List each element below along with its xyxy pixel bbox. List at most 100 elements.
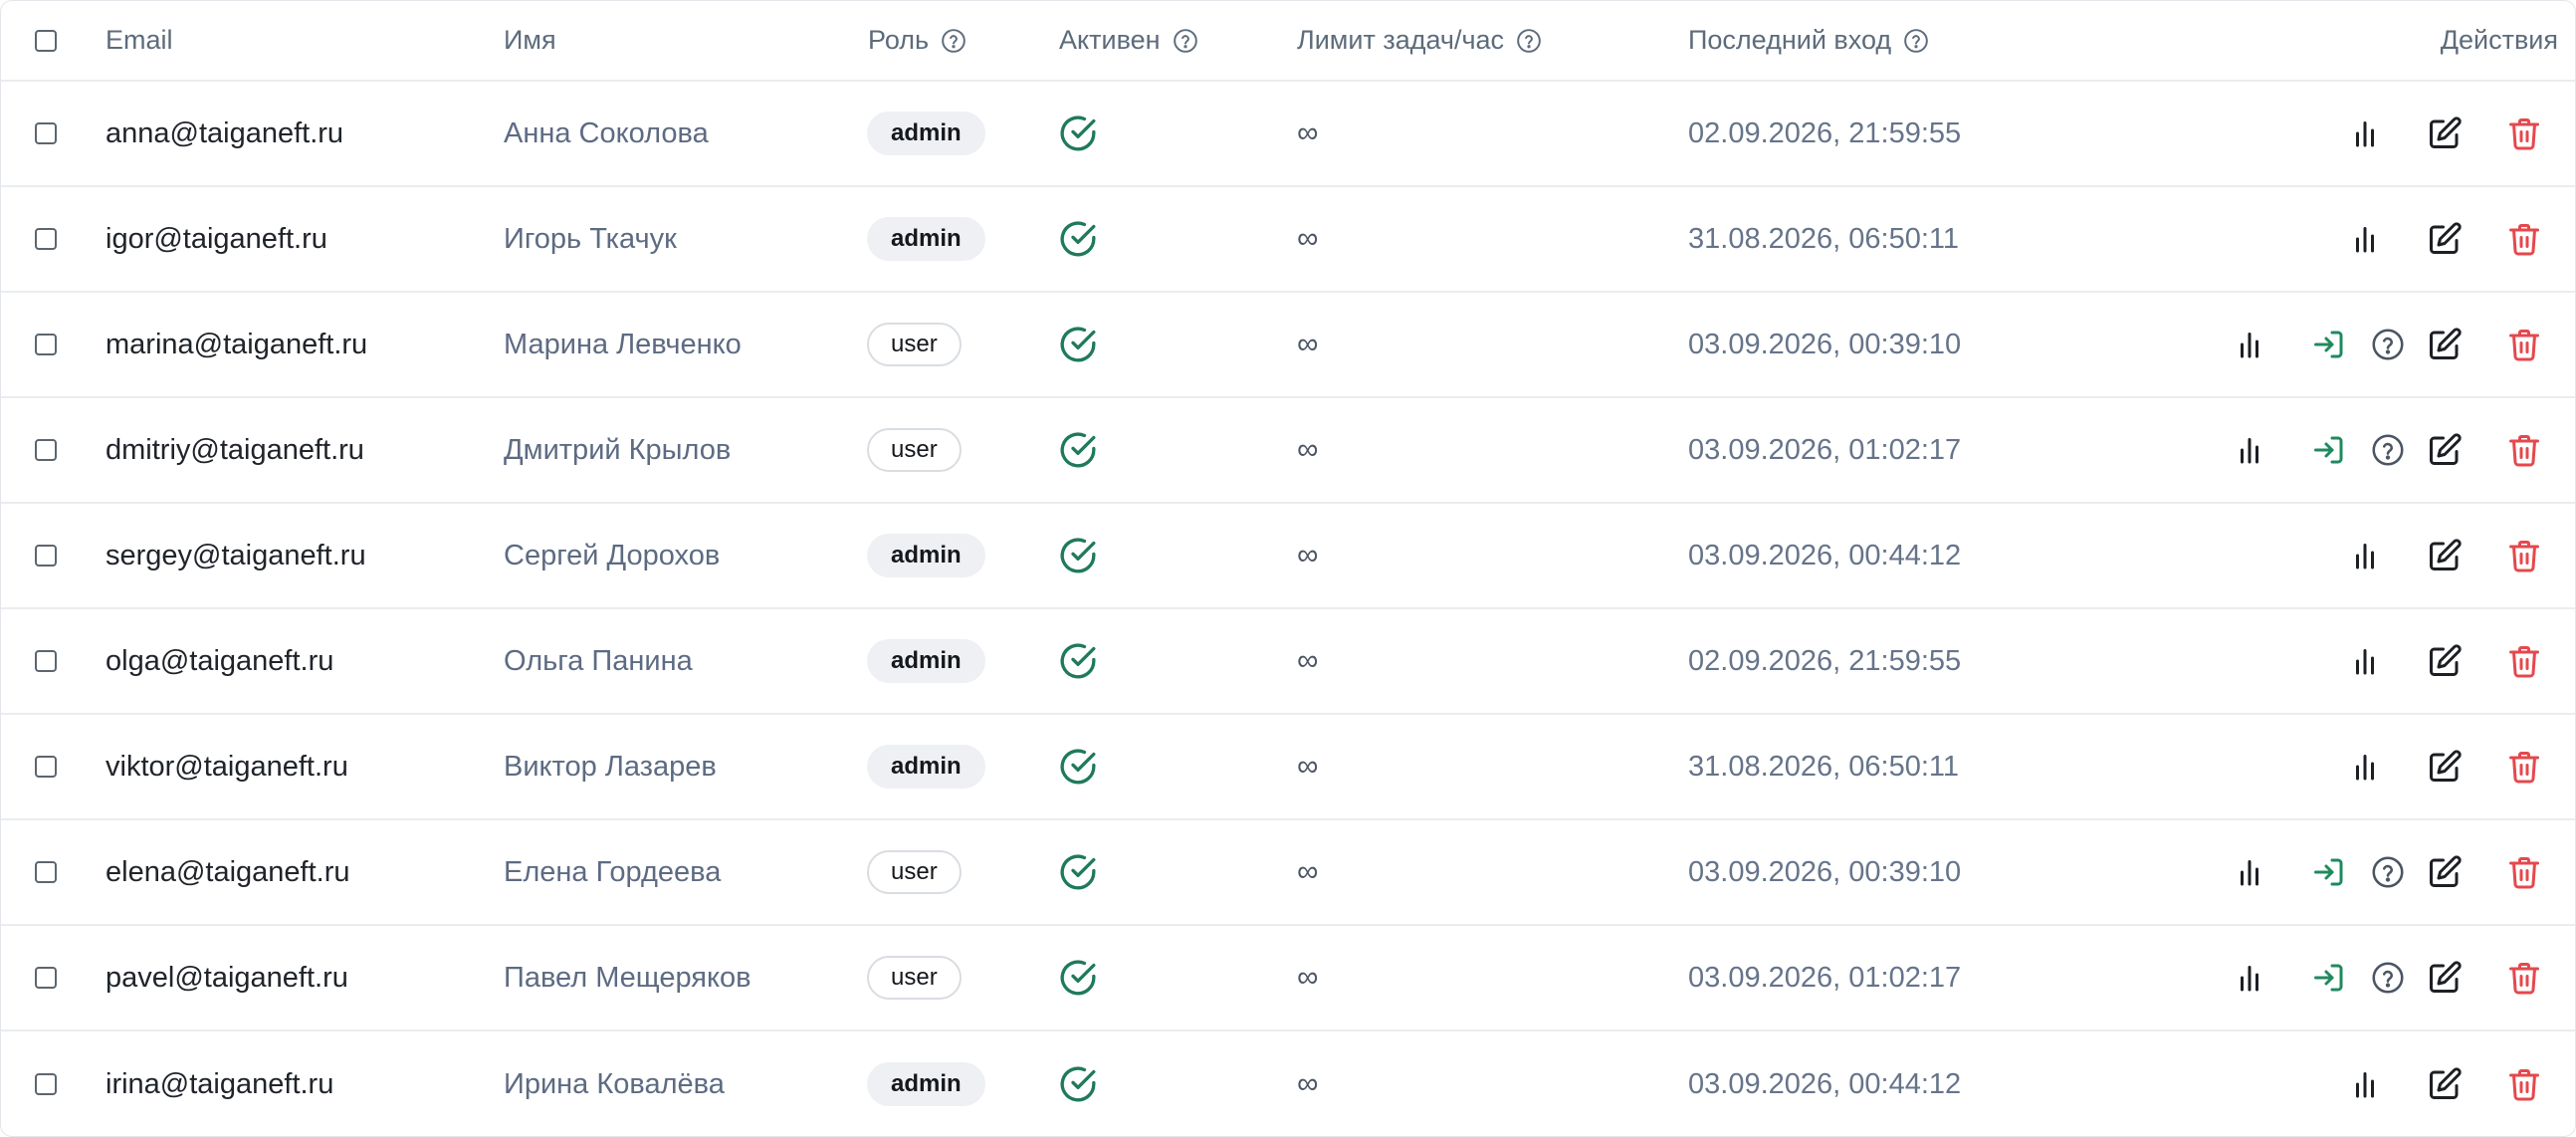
stats-bar-chart-icon[interactable] <box>2232 327 2267 362</box>
check-circle-icon <box>1058 536 1098 575</box>
edit-icon[interactable] <box>2427 749 2463 785</box>
row-select-cell <box>35 82 57 185</box>
stats-bar-chart-icon[interactable] <box>2347 221 2383 257</box>
row-checkbox[interactable] <box>35 545 57 567</box>
table-row: elena@taiganeft.ru Елена Гордеева user ∞… <box>1 820 2575 926</box>
row-select-cell <box>35 820 57 924</box>
trash-icon[interactable] <box>2506 854 2542 890</box>
check-circle-icon <box>1058 1064 1098 1104</box>
name-cell: Марина Левченко <box>504 293 742 396</box>
role-cell: user <box>867 926 962 1029</box>
check-circle-icon <box>1058 430 1098 470</box>
help-circle-icon[interactable] <box>2370 327 2406 362</box>
login-arrow-icon[interactable] <box>2311 854 2347 890</box>
role-cell: admin <box>867 187 985 291</box>
help-circle-icon[interactable] <box>1173 28 1198 54</box>
last-login-cell: 03.09.2026, 00:39:10 <box>1688 293 1961 396</box>
edit-icon[interactable] <box>2427 1066 2463 1102</box>
row-checkbox[interactable] <box>35 439 57 461</box>
role-badge: user <box>867 428 962 472</box>
edit-icon[interactable] <box>2427 432 2463 468</box>
name-cell: Ирина Ковалёва <box>504 1031 725 1136</box>
header-email[interactable]: Email <box>106 1 173 80</box>
table-row: viktor@taiganeft.ru Виктор Лазарев admin… <box>1 715 2575 820</box>
actions-cell <box>2191 187 2575 291</box>
help-circle-icon[interactable] <box>2370 432 2406 468</box>
user-email: dmitriy@taiganeft.ru <box>106 433 364 466</box>
edit-icon[interactable] <box>2427 327 2463 362</box>
role-cell: user <box>867 398 962 502</box>
header-name[interactable]: Имя <box>504 1 556 80</box>
trash-icon[interactable] <box>2506 115 2542 151</box>
table-row: irina@taiganeft.ru Ирина Ковалёва admin … <box>1 1031 2575 1136</box>
header-limit[interactable]: Лимит задач/час <box>1297 1 1542 80</box>
stats-bar-chart-icon[interactable] <box>2347 749 2383 785</box>
role-badge: user <box>867 956 962 1000</box>
login-arrow-icon[interactable] <box>2311 432 2347 468</box>
header-role[interactable]: Роль <box>868 1 966 80</box>
row-checkbox[interactable] <box>35 334 57 355</box>
role-cell: user <box>867 820 962 924</box>
select-all-checkbox[interactable] <box>35 29 57 52</box>
limit-cell: ∞ <box>1297 926 1318 1029</box>
header-last-login[interactable]: Последний вход <box>1688 1 1929 80</box>
stats-bar-chart-icon[interactable] <box>2347 538 2383 573</box>
help-circle-icon[interactable] <box>1516 28 1542 54</box>
active-cell <box>1058 820 1098 924</box>
stats-bar-chart-icon[interactable] <box>2232 854 2267 890</box>
table-row: pavel@taiganeft.ru Павел Мещеряков user … <box>1 926 2575 1031</box>
trash-icon[interactable] <box>2506 749 2542 785</box>
last-login-date: 03.09.2026, 00:44:12 <box>1688 1067 1962 1100</box>
active-cell <box>1058 398 1098 502</box>
name-cell: Елена Гордеева <box>504 820 721 924</box>
trash-icon[interactable] <box>2506 327 2542 362</box>
trash-icon[interactable] <box>2506 960 2542 996</box>
edit-icon[interactable] <box>2427 854 2463 890</box>
help-circle-icon[interactable] <box>2370 960 2406 996</box>
stats-bar-chart-icon[interactable] <box>2347 115 2383 151</box>
header-active[interactable]: Активен <box>1059 1 1198 80</box>
help-circle-icon[interactable] <box>1903 28 1929 54</box>
row-checkbox[interactable] <box>35 650 57 672</box>
row-checkbox[interactable] <box>35 967 57 989</box>
email-cell: anna@taiganeft.ru <box>106 82 343 185</box>
login-arrow-icon[interactable] <box>2311 327 2347 362</box>
email-cell: pavel@taiganeft.ru <box>106 926 348 1029</box>
edit-icon[interactable] <box>2427 538 2463 573</box>
edit-icon[interactable] <box>2427 115 2463 151</box>
stats-bar-chart-icon[interactable] <box>2347 1066 2383 1102</box>
stats-bar-chart-icon[interactable] <box>2232 432 2267 468</box>
table-row: olga@taiganeft.ru Ольга Панина admin ∞ 0… <box>1 609 2575 715</box>
row-checkbox[interactable] <box>35 756 57 778</box>
role-cell: user <box>867 293 962 396</box>
row-checkbox[interactable] <box>35 122 57 144</box>
table-row: anna@taiganeft.ru Анна Соколова admin ∞ … <box>1 82 2575 187</box>
task-limit: ∞ <box>1297 222 1319 255</box>
trash-icon[interactable] <box>2506 432 2542 468</box>
limit-cell: ∞ <box>1297 293 1318 396</box>
edit-icon[interactable] <box>2427 221 2463 257</box>
table-row: igor@taiganeft.ru Игорь Ткачук admin ∞ 3… <box>1 187 2575 293</box>
edit-icon[interactable] <box>2427 960 2463 996</box>
help-circle-icon[interactable] <box>2370 854 2406 890</box>
row-select-cell <box>35 504 57 607</box>
trash-icon[interactable] <box>2506 221 2542 257</box>
row-checkbox[interactable] <box>35 861 57 883</box>
last-login-cell: 02.09.2026, 21:59:55 <box>1688 609 1961 713</box>
table-header: Email Имя Роль Активен Лимит задач/час П… <box>1 1 2575 82</box>
trash-icon[interactable] <box>2506 643 2542 679</box>
trash-icon[interactable] <box>2506 538 2542 573</box>
row-checkbox[interactable] <box>35 228 57 250</box>
header-role-label: Роль <box>868 25 930 55</box>
role-badge: user <box>867 850 962 894</box>
role-cell: admin <box>867 609 985 713</box>
user-email: igor@taiganeft.ru <box>106 222 327 255</box>
stats-bar-chart-icon[interactable] <box>2347 643 2383 679</box>
role-cell: admin <box>867 504 985 607</box>
trash-icon[interactable] <box>2506 1066 2542 1102</box>
row-checkbox[interactable] <box>35 1073 57 1095</box>
stats-bar-chart-icon[interactable] <box>2232 960 2267 996</box>
help-circle-icon[interactable] <box>941 28 966 54</box>
login-arrow-icon[interactable] <box>2311 960 2347 996</box>
edit-icon[interactable] <box>2427 643 2463 679</box>
